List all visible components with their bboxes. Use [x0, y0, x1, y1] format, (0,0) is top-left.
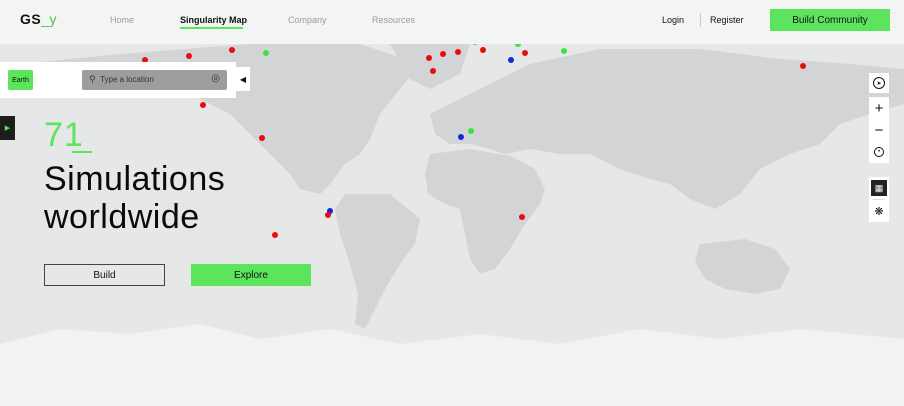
zoom-out-button[interactable]: −	[869, 119, 889, 141]
collapse-panel-button[interactable]: ◀	[236, 67, 250, 91]
earth-scope-chip[interactable]: Earth	[8, 70, 33, 90]
expand-sidebar-button[interactable]: ▶	[0, 116, 15, 140]
hero-title: Simulations worldwide	[44, 160, 226, 236]
nav-home[interactable]: Home	[110, 15, 134, 25]
search-placeholder: Type a location	[100, 75, 154, 84]
header-divider	[700, 13, 701, 27]
africa-landmass	[425, 149, 545, 274]
south-america-landmass	[335, 194, 420, 329]
chevron-right-icon: ▶	[4, 125, 11, 132]
build-button[interactable]: Build	[44, 264, 165, 286]
compass-icon: ➤	[869, 73, 889, 93]
simulation-marker[interactable]	[467, 127, 474, 134]
zoom-controls: + − •	[869, 97, 889, 163]
active-nav-indicator	[180, 27, 243, 29]
chart-layer-icon[interactable]: ▦	[871, 180, 887, 196]
search-icon: ⚲	[89, 74, 96, 84]
zoom-in-button[interactable]: +	[869, 97, 889, 119]
location-search-panel: Earth ⚲ Type a location ◎	[0, 62, 236, 98]
simulation-marker[interactable]	[439, 51, 446, 58]
top-navigation-bar: GS_y Home Singularity Map Company Resour…	[0, 0, 904, 44]
layer-controls: ▦ ❋	[869, 177, 889, 222]
network-icon[interactable]: ❋	[869, 200, 889, 222]
nav-singularity-map[interactable]: Singularity Map	[180, 15, 247, 25]
logo[interactable]: GS_y	[20, 11, 57, 27]
register-link[interactable]: Register	[710, 15, 744, 25]
count-underscore	[72, 151, 92, 153]
location-search-input[interactable]: ⚲ Type a location ◎	[82, 70, 227, 90]
chevron-left-icon: ◀	[239, 74, 247, 84]
login-link[interactable]: Login	[662, 15, 684, 25]
australia-landmass	[695, 239, 790, 294]
simulation-marker[interactable]	[457, 134, 464, 141]
simulation-marker[interactable]	[454, 48, 461, 55]
simulation-count: 71	[44, 116, 84, 154]
simulation-marker[interactable]	[799, 62, 806, 69]
antarctica-ice	[0, 324, 904, 406]
crosshair-icon[interactable]: ◎	[211, 73, 220, 84]
nav-resources[interactable]: Resources	[372, 15, 415, 25]
simulation-marker[interactable]	[429, 67, 436, 74]
explore-button[interactable]: Explore	[191, 264, 311, 286]
simulation-marker[interactable]	[521, 49, 528, 56]
locate-icon[interactable]: •	[869, 141, 889, 163]
nav-company[interactable]: Company	[288, 15, 327, 25]
build-community-button[interactable]: Build Community	[770, 9, 890, 31]
simulation-marker[interactable]	[185, 52, 192, 59]
compass-control[interactable]: ➤	[869, 73, 889, 93]
